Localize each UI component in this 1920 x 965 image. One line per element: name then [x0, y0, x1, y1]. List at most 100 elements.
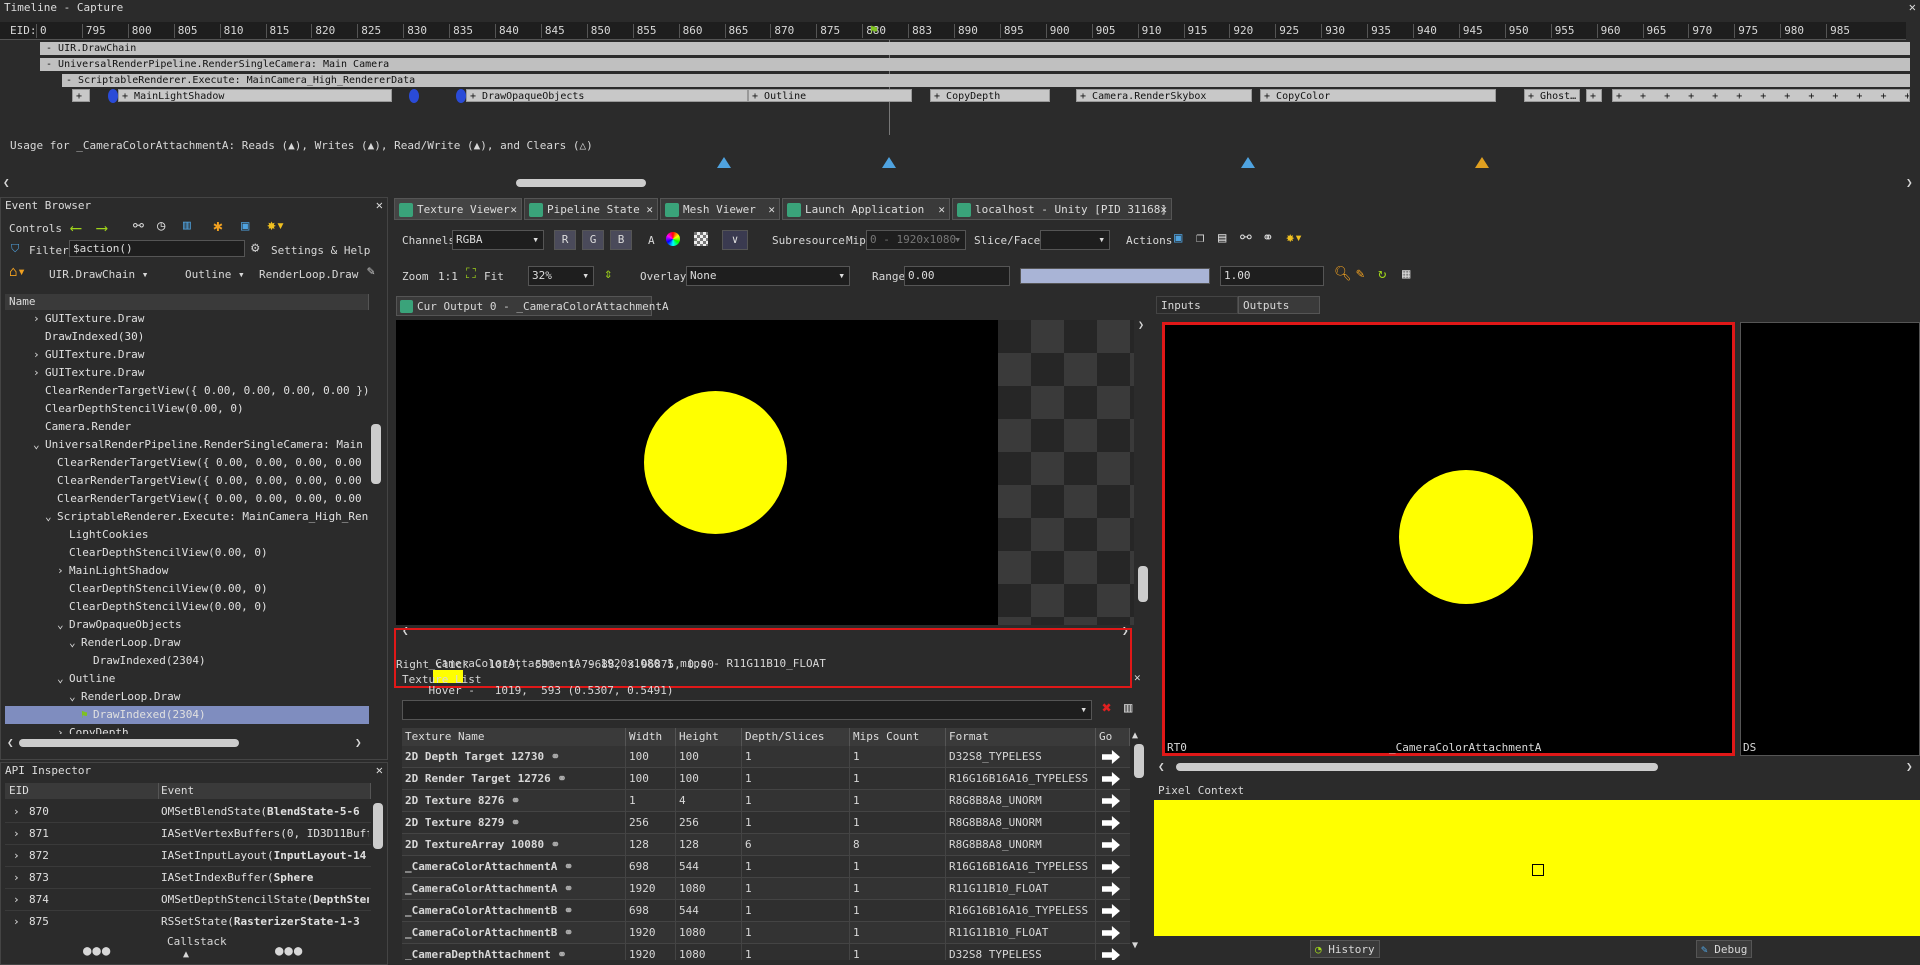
reset-icon[interactable]: ↻	[1378, 266, 1386, 282]
timeline-bar-outline[interactable]: + Outline	[748, 89, 912, 102]
api-argument[interactable]: InputLayout-14	[274, 849, 367, 862]
chevron-down-icon[interactable]: ⌄	[45, 508, 55, 526]
callstack-label[interactable]: Callstack	[167, 935, 227, 948]
settings-gear-icon[interactable]: ✱	[213, 216, 223, 235]
chevron-right-icon[interactable]: ›	[33, 364, 43, 382]
column-header[interactable]: Go	[1096, 728, 1130, 746]
column-header[interactable]: Texture Name	[402, 728, 626, 746]
column-header[interactable]: Mips Count	[850, 728, 946, 746]
texture-canvas[interactable]	[396, 320, 1134, 625]
link-icon[interactable]: ⚭	[504, 816, 520, 829]
event-tree-item[interactable]: ⌄ RenderLoop.Draw	[5, 688, 369, 706]
ds-thumbnail[interactable]: DS	[1740, 322, 1920, 756]
mip-select[interactable]: 0 - 1920x1080 ▾	[866, 230, 966, 250]
cur-output-tab[interactable]: Cur Output 0 - _CameraColorAttachmentA	[396, 296, 669, 316]
timeline-row-0[interactable]: - UIR.DrawChain	[40, 42, 1910, 55]
event-vscroll[interactable]	[371, 424, 381, 484]
api-row[interactable]: › 874 OMSetDepthStencilState(DepthSten	[5, 889, 371, 911]
binoculars-icon[interactable]: ⚯	[1240, 230, 1252, 246]
scrollbar-thumb[interactable]	[516, 179, 646, 187]
timeline-bar-skybox[interactable]: + Camera.RenderSkybox	[1076, 89, 1252, 102]
tab-outputs[interactable]: Outputs	[1238, 296, 1320, 314]
tab-localhost[interactable]: localhost - Unity [PID 31168] ✕	[952, 198, 1172, 220]
arrow-right-icon[interactable]: ⟶	[97, 218, 107, 237]
plugin-icon[interactable]: ✸▾	[1286, 230, 1303, 246]
auto-fit-icon[interactable]: ✎	[1356, 266, 1364, 282]
filter-input[interactable]: $action()	[69, 240, 245, 257]
api-argument[interactable]: BlendState-5-6	[267, 805, 360, 818]
clock-icon[interactable]: ◷	[157, 218, 165, 234]
api-row[interactable]: › 871 IASetVertexBuffers(0, ID3D11Buff…	[5, 823, 371, 845]
tab-inputs[interactable]: Inputs	[1156, 296, 1238, 314]
event-tree-item[interactable]: ClearRenderTargetView({ 0.00, 0.00, 0.00…	[5, 490, 369, 508]
chevron-right-icon[interactable]: ›	[13, 845, 20, 867]
col-event-header[interactable]: Event	[159, 783, 371, 799]
close-icon[interactable]: ✕	[376, 763, 383, 777]
timeline-bar-ghost[interactable]: + Ghost…	[1524, 89, 1580, 102]
event-tree-item[interactable]: › MainLightShadow	[5, 562, 369, 580]
bar-chart-icon[interactable]: ▥	[183, 218, 191, 233]
column-header[interactable]: Width	[626, 728, 676, 746]
link-icon[interactable]: ⚭	[504, 794, 520, 807]
color-wheel-icon[interactable]	[666, 232, 680, 246]
timeline-bar-plus[interactable]: +	[1586, 89, 1602, 102]
link-icon[interactable]: ⚭	[557, 882, 573, 895]
event-tree-item[interactable]: ⚑ DrawIndexed(2304)	[5, 706, 369, 724]
settings-icon[interactable]: ⚙	[251, 240, 259, 256]
event-tree-item[interactable]: ClearRenderTargetView({ 0.00, 0.00, 0.00…	[5, 454, 369, 472]
channel-b-toggle[interactable]: B	[610, 230, 632, 250]
save-icon[interactable]: ▣	[1174, 230, 1182, 246]
checkerboard-icon[interactable]	[694, 232, 708, 246]
history-button[interactable]: ◔ History	[1310, 940, 1380, 958]
event-tree-item[interactable]: DrawIndexed(30)	[5, 328, 369, 346]
expand-up-icon[interactable]: ▲	[183, 949, 189, 960]
debug-button[interactable]: ✎ Debug	[1696, 940, 1753, 958]
texture-list-vscroll[interactable]	[1134, 744, 1144, 778]
timeline-scrollbar[interactable]	[14, 178, 1904, 188]
close-icon[interactable]: ✕	[1134, 671, 1141, 684]
outputs-hscroll[interactable]	[1170, 762, 1910, 772]
event-tree-item[interactable]: ⌄ UniversalRenderPipeline.RenderSingleCam…	[5, 436, 369, 454]
timeline-row-1[interactable]: - UniversalRenderPipeline.RenderSingleCa…	[40, 58, 1910, 71]
api-argument[interactable]: Sphere	[274, 871, 314, 884]
close-icon[interactable]: ✕	[1160, 199, 1167, 221]
arrow-left-icon[interactable]: ⟵	[71, 218, 81, 237]
link-icon[interactable]: ⚭	[557, 904, 573, 917]
api-row[interactable]: › 872 IASetInputLayout(InputLayout-14	[5, 845, 371, 867]
link-icon[interactable]: ⚭	[551, 948, 566, 960]
chevron-right-icon[interactable]: ›	[33, 310, 43, 328]
flip-toggle[interactable]: ∨	[722, 230, 748, 250]
event-tree-item[interactable]: ClearDepthStencilView(0.00, 0)	[5, 400, 369, 418]
chevron-down-icon[interactable]: ⌄	[69, 634, 79, 652]
zoom-select[interactable]: 32% ▾	[528, 266, 594, 286]
col-name-header[interactable]: Name	[5, 294, 369, 310]
api-row[interactable]: › 870 OMSetBlendState(BlendState-5-6	[5, 801, 371, 823]
event-tree-item[interactable]: › CopyDepth	[5, 724, 369, 734]
copy-icon[interactable]: ❐	[1196, 230, 1204, 246]
channel-g-toggle[interactable]: G	[582, 230, 604, 250]
close-icon[interactable]: ✕	[1909, 0, 1916, 14]
more-icon[interactable]: ●●●	[83, 943, 111, 959]
plugin-icon[interactable]: ✸▾	[267, 216, 285, 234]
timeline-bar-mainlightshadow[interactable]: + MainLightShadow	[118, 89, 392, 102]
event-tree-item[interactable]: Camera.Render	[5, 418, 369, 436]
scroll-up-icon[interactable]: ▲	[1132, 730, 1138, 741]
tab-pipeline-state[interactable]: Pipeline State ✕	[524, 198, 658, 220]
event-tree-item[interactable]: › GUITexture.Draw	[5, 346, 369, 364]
texture-vscroll[interactable]	[1138, 566, 1148, 602]
scrollbar-thumb[interactable]	[1176, 763, 1658, 771]
column-header[interactable]: Format	[946, 728, 1096, 746]
breadcrumb-item[interactable]: RenderLoop.Draw	[259, 268, 358, 281]
open-icon[interactable]: ▤	[1218, 230, 1226, 246]
binoculars-icon[interactable]: ⚯	[133, 219, 144, 234]
scroll-left-icon[interactable]: ❮	[7, 736, 14, 749]
scrollbar-thumb[interactable]	[19, 739, 239, 747]
more-icon[interactable]: ●●●	[275, 943, 303, 959]
chevron-down-icon[interactable]: ⌄	[57, 670, 67, 688]
chevron-down-icon[interactable]: ⌄	[33, 436, 43, 454]
chevron-right-icon[interactable]: ›	[13, 911, 20, 931]
link-icon[interactable]: ⚭	[557, 860, 573, 873]
clear-filter-icon[interactable]: ✖	[1102, 698, 1112, 717]
timeline-row-2[interactable]: - ScriptableRenderer.Execute: MainCamera…	[62, 74, 1910, 87]
range-max-input[interactable]: 1.00	[1220, 266, 1324, 286]
